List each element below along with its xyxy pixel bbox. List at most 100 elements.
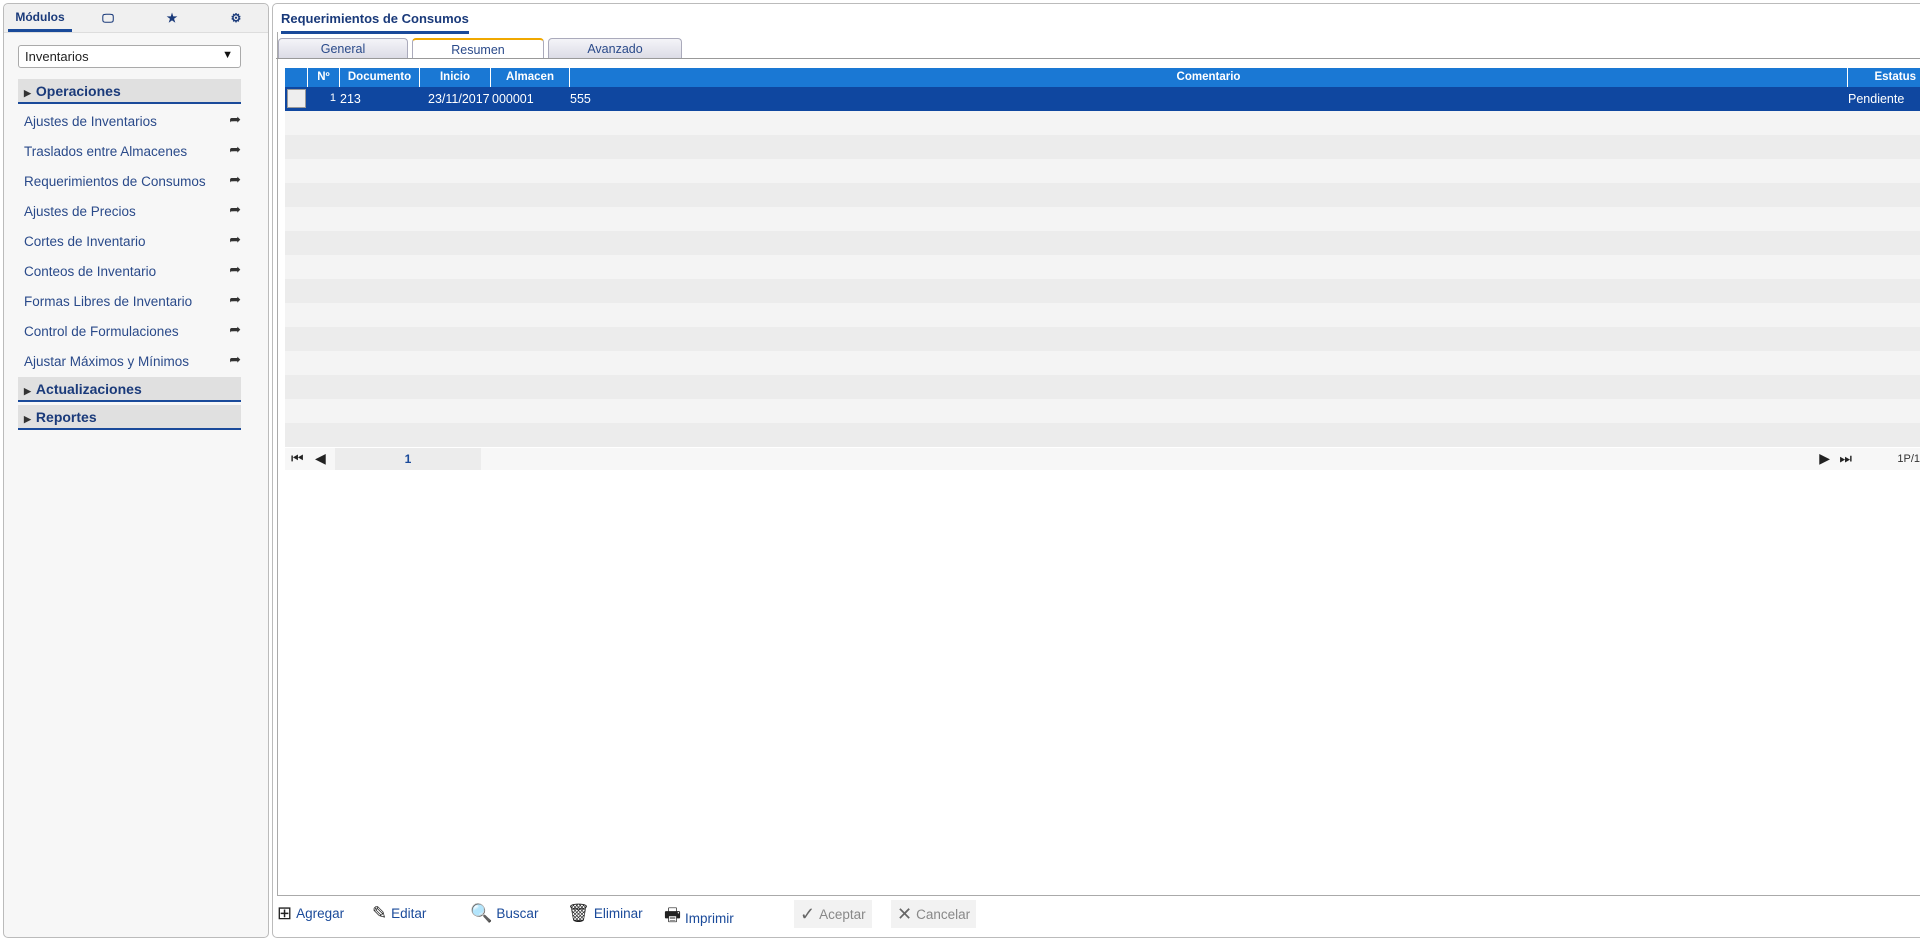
- sidebar-item[interactable]: Ajustes de Precios ➦: [24, 201, 241, 219]
- sidebar-item-label: Conteos de Inventario: [24, 264, 157, 279]
- accept-button[interactable]: ✓ Aceptar: [794, 900, 872, 928]
- expand-icon: ▶: [24, 414, 31, 424]
- pager: ⏮ ◀ 1 ▶ ⏭ 1P/1: [285, 448, 1920, 470]
- tab-general[interactable]: General: [278, 38, 408, 58]
- col-almacen[interactable]: Almacen: [491, 68, 570, 87]
- search-icon: 🔍: [470, 903, 493, 923]
- search-button[interactable]: 🔍 Buscar: [470, 903, 538, 924]
- share-arrow-icon: ➦: [229, 261, 241, 277]
- close-icon: ✕: [897, 903, 913, 924]
- cancel-label: Cancelar: [916, 906, 971, 922]
- table-row[interactable]: 1 213 23/11/2017 000001 555 Pendiente: [285, 87, 1920, 111]
- tab-bar: General Resumen Avanzado: [278, 38, 682, 59]
- share-arrow-icon: ➦: [229, 201, 241, 217]
- check-icon: ✓: [800, 903, 816, 924]
- sidebar-item[interactable]: Conteos de Inventario ➦: [24, 261, 241, 279]
- share-arrow-icon: ➦: [229, 321, 241, 337]
- print-button[interactable]: 🖶 Imprimir: [664, 903, 734, 933]
- data-grid: Nº Documento Inicio Almacen Comentario E…: [285, 68, 1920, 447]
- module-select[interactable]: Inventarios ▼: [18, 45, 241, 68]
- share-arrow-icon: ➦: [229, 351, 241, 367]
- sidebar-item-label: Cortes de Inventario: [24, 234, 146, 249]
- empty-row: [285, 135, 1920, 159]
- add-button[interactable]: ⊞ Agregar: [277, 903, 344, 924]
- tab-resumen[interactable]: Resumen: [412, 38, 544, 59]
- add-label: Agregar: [296, 906, 345, 921]
- share-arrow-icon: ➦: [229, 141, 241, 157]
- empty-row: [285, 423, 1920, 447]
- sidebar-item-label: Ajustar Máximos y Mínimos: [24, 354, 190, 369]
- col-estatus[interactable]: Estatus: [1848, 68, 1920, 87]
- share-arrow-icon: ➦: [229, 291, 241, 307]
- empty-row: [285, 207, 1920, 231]
- next-page-icon[interactable]: ▶: [1819, 450, 1830, 467]
- prev-page-icon[interactable]: ◀: [315, 450, 326, 467]
- page-count: 1P/1: [1897, 453, 1920, 465]
- group-label: Operaciones: [35, 83, 121, 99]
- cancel-button[interactable]: ✕ Cancelar: [891, 900, 977, 928]
- sidebar-item[interactable]: Traslados entre Almacenes ➦: [24, 141, 241, 159]
- empty-row: [285, 303, 1920, 327]
- accept-label: Aceptar: [819, 906, 866, 922]
- tab-modulos[interactable]: Módulos: [8, 4, 72, 32]
- sidebar-item[interactable]: Cortes de Inventario ➦: [24, 231, 241, 249]
- group-actualizaciones[interactable]: ▶ Actualizaciones: [18, 377, 241, 402]
- first-page-icon[interactable]: ⏮: [291, 450, 304, 467]
- expand-icon: ▶: [24, 386, 31, 396]
- cell-almacen: 000001: [492, 92, 534, 106]
- printer-icon: 🖶: [664, 905, 681, 925]
- cell-n: 1: [329, 92, 336, 104]
- edit-button[interactable]: ✎ Editar: [372, 903, 426, 924]
- col-n[interactable]: Nº: [308, 68, 340, 87]
- sidebar-item[interactable]: Ajustes de Inventarios ➦: [24, 111, 241, 129]
- share-arrow-icon: ➦: [229, 231, 241, 247]
- page-title: Requerimientos de Consumos: [281, 11, 469, 34]
- print-label: Imprimir: [685, 910, 734, 926]
- col-select: [285, 68, 308, 87]
- sidebar-item[interactable]: Ajustar Máximos y Mínimos ➦: [24, 351, 241, 369]
- delete-label: Eliminar: [593, 906, 643, 921]
- module-select-value: Inventarios: [25, 49, 89, 64]
- trash-icon: 🗑: [567, 903, 590, 923]
- search-label: Buscar: [496, 906, 539, 921]
- sidebar-item-label: Traslados entre Almacenes: [24, 144, 188, 159]
- tab-avanzado[interactable]: Avanzado: [548, 38, 682, 58]
- group-label: Actualizaciones: [35, 381, 142, 397]
- empty-row: [285, 183, 1920, 207]
- last-page-icon[interactable]: ⏭: [1839, 450, 1852, 467]
- cell-comentario: 555: [570, 92, 591, 106]
- edit-icon: ✎: [372, 903, 388, 923]
- sidebar-tabs: Módulos 🖵 ★ ⚙: [4, 4, 268, 33]
- group-reportes[interactable]: ▶ Reportes: [18, 405, 241, 430]
- group-label: Reportes: [35, 409, 97, 425]
- monitor-icon[interactable]: 🖵: [76, 4, 140, 32]
- sidebar-item-label: Requerimientos de Consumos: [24, 174, 206, 189]
- empty-row: [285, 351, 1920, 375]
- sidebar-item[interactable]: Requerimientos de Consumos ➦: [24, 171, 241, 189]
- star-icon[interactable]: ★: [140, 4, 204, 32]
- grid-header: Nº Documento Inicio Almacen Comentario E…: [285, 68, 1920, 87]
- empty-row: [285, 159, 1920, 183]
- col-comentario[interactable]: Comentario: [570, 68, 1848, 87]
- sidebar-item[interactable]: Control de Formulaciones ➦: [24, 321, 241, 339]
- share-arrow-icon: ➦: [229, 111, 241, 127]
- empty-row: [285, 279, 1920, 303]
- empty-row: [285, 375, 1920, 399]
- sidebar-item[interactable]: Formas Libres de Inventario ➦: [24, 291, 241, 309]
- sidebar-item-label: Formas Libres de Inventario: [24, 294, 193, 309]
- settings-icon[interactable]: ⚙: [204, 4, 268, 32]
- cell-inicio: 23/11/2017: [428, 92, 490, 106]
- delete-button[interactable]: 🗑 Eliminar: [567, 903, 643, 924]
- empty-row: [285, 111, 1920, 135]
- empty-row: [285, 255, 1920, 279]
- row-checkbox[interactable]: [285, 87, 308, 111]
- empty-row: [285, 327, 1920, 351]
- col-documento[interactable]: Documento: [340, 68, 420, 87]
- col-inicio[interactable]: Inicio: [420, 68, 491, 87]
- sidebar-item-label: Control de Formulaciones: [24, 324, 179, 339]
- share-arrow-icon: ➦: [229, 171, 241, 187]
- empty-row: [285, 399, 1920, 423]
- empty-row: [285, 231, 1920, 255]
- page-number[interactable]: 1: [335, 448, 481, 470]
- group-operaciones[interactable]: ▶ Operaciones: [18, 79, 241, 104]
